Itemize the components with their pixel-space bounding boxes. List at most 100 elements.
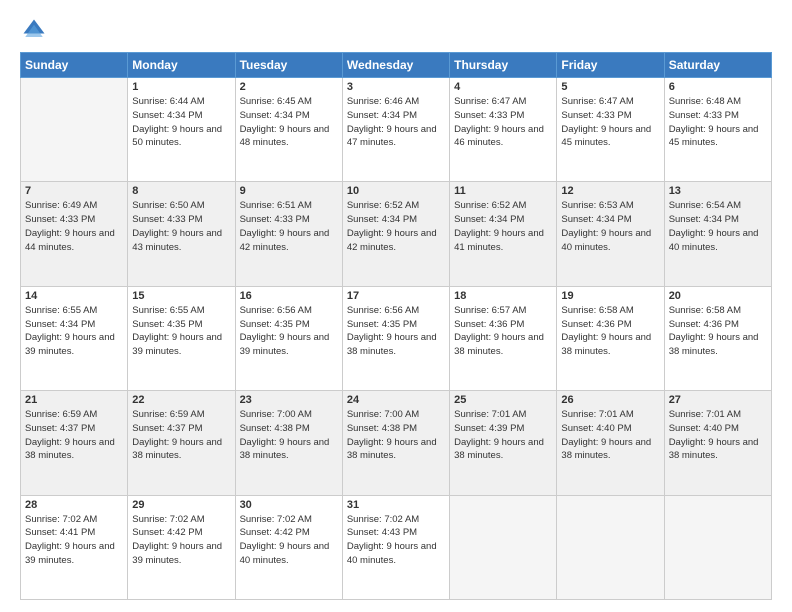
day-number: 28	[25, 499, 123, 511]
day-number: 22	[132, 394, 230, 406]
calendar-table: SundayMondayTuesdayWednesdayThursdayFrid…	[20, 52, 772, 600]
day-number: 14	[25, 290, 123, 302]
calendar-cell: 18Sunrise: 6:57 AMSunset: 4:36 PMDayligh…	[450, 286, 557, 390]
daylight-text: Daylight: 9 hours and 38 minutes.	[25, 436, 123, 464]
calendar-week-row: 7Sunrise: 6:49 AMSunset: 4:33 PMDaylight…	[21, 182, 772, 286]
daylight-text: Daylight: 9 hours and 40 minutes.	[561, 227, 659, 255]
day-number: 12	[561, 185, 659, 197]
calendar-cell: 5Sunrise: 6:47 AMSunset: 4:33 PMDaylight…	[557, 78, 664, 182]
sunrise-text: Sunrise: 6:51 AM	[240, 199, 338, 213]
day-number: 2	[240, 81, 338, 93]
sunrise-text: Sunrise: 6:52 AM	[454, 199, 552, 213]
logo-icon	[20, 16, 48, 44]
day-number: 10	[347, 185, 445, 197]
daylight-text: Daylight: 9 hours and 41 minutes.	[454, 227, 552, 255]
sunset-text: Sunset: 4:34 PM	[347, 109, 445, 123]
day-number: 16	[240, 290, 338, 302]
sunrise-text: Sunrise: 7:00 AM	[347, 408, 445, 422]
col-header-thursday: Thursday	[450, 53, 557, 78]
sunset-text: Sunset: 4:38 PM	[347, 422, 445, 436]
day-number: 11	[454, 185, 552, 197]
sunset-text: Sunset: 4:33 PM	[132, 213, 230, 227]
sunset-text: Sunset: 4:37 PM	[25, 422, 123, 436]
sunrise-text: Sunrise: 6:49 AM	[25, 199, 123, 213]
sunset-text: Sunset: 4:40 PM	[561, 422, 659, 436]
calendar-cell: 6Sunrise: 6:48 AMSunset: 4:33 PMDaylight…	[664, 78, 771, 182]
sunset-text: Sunset: 4:41 PM	[25, 526, 123, 540]
sunset-text: Sunset: 4:40 PM	[669, 422, 767, 436]
day-number: 1	[132, 81, 230, 93]
calendar-cell: 29Sunrise: 7:02 AMSunset: 4:42 PMDayligh…	[128, 495, 235, 599]
daylight-text: Daylight: 9 hours and 42 minutes.	[347, 227, 445, 255]
sunrise-text: Sunrise: 6:56 AM	[347, 304, 445, 318]
day-number: 27	[669, 394, 767, 406]
sunrise-text: Sunrise: 6:54 AM	[669, 199, 767, 213]
daylight-text: Daylight: 9 hours and 39 minutes.	[25, 331, 123, 359]
daylight-text: Daylight: 9 hours and 39 minutes.	[132, 540, 230, 568]
sunrise-text: Sunrise: 6:57 AM	[454, 304, 552, 318]
sunrise-text: Sunrise: 6:48 AM	[669, 95, 767, 109]
sunset-text: Sunset: 4:34 PM	[25, 318, 123, 332]
day-number: 25	[454, 394, 552, 406]
sunrise-text: Sunrise: 6:52 AM	[347, 199, 445, 213]
sunrise-text: Sunrise: 6:56 AM	[240, 304, 338, 318]
day-number: 3	[347, 81, 445, 93]
col-header-sunday: Sunday	[21, 53, 128, 78]
sunrise-text: Sunrise: 6:59 AM	[25, 408, 123, 422]
daylight-text: Daylight: 9 hours and 38 minutes.	[669, 436, 767, 464]
sunrise-text: Sunrise: 7:00 AM	[240, 408, 338, 422]
calendar-cell: 24Sunrise: 7:00 AMSunset: 4:38 PMDayligh…	[342, 391, 449, 495]
daylight-text: Daylight: 9 hours and 48 minutes.	[240, 123, 338, 151]
daylight-text: Daylight: 9 hours and 46 minutes.	[454, 123, 552, 151]
page: SundayMondayTuesdayWednesdayThursdayFrid…	[0, 0, 792, 612]
calendar-cell: 4Sunrise: 6:47 AMSunset: 4:33 PMDaylight…	[450, 78, 557, 182]
calendar-cell: 9Sunrise: 6:51 AMSunset: 4:33 PMDaylight…	[235, 182, 342, 286]
sunrise-text: Sunrise: 6:45 AM	[240, 95, 338, 109]
day-number: 7	[25, 185, 123, 197]
calendar-cell: 30Sunrise: 7:02 AMSunset: 4:42 PMDayligh…	[235, 495, 342, 599]
daylight-text: Daylight: 9 hours and 39 minutes.	[25, 540, 123, 568]
calendar-cell: 28Sunrise: 7:02 AMSunset: 4:41 PMDayligh…	[21, 495, 128, 599]
sunrise-text: Sunrise: 6:58 AM	[669, 304, 767, 318]
calendar-cell: 20Sunrise: 6:58 AMSunset: 4:36 PMDayligh…	[664, 286, 771, 390]
day-number: 30	[240, 499, 338, 511]
calendar-cell: 17Sunrise: 6:56 AMSunset: 4:35 PMDayligh…	[342, 286, 449, 390]
calendar-cell: 11 Sunrise: 6:52 AMSunset: 4:34 PMDayligh…	[450, 182, 557, 286]
calendar-header-row: SundayMondayTuesdayWednesdayThursdayFrid…	[21, 53, 772, 78]
sunrise-text: Sunrise: 6:59 AM	[132, 408, 230, 422]
sunset-text: Sunset: 4:33 PM	[25, 213, 123, 227]
col-header-saturday: Saturday	[664, 53, 771, 78]
calendar-cell: 27 Sunrise: 7:01 AMSunset: 4:40 PMDayligh…	[664, 391, 771, 495]
daylight-text: Daylight: 9 hours and 42 minutes.	[240, 227, 338, 255]
sunrise-text: Sunrise: 6:55 AM	[132, 304, 230, 318]
calendar-cell: 16Sunrise: 6:56 AMSunset: 4:35 PMDayligh…	[235, 286, 342, 390]
day-number: 18	[454, 290, 552, 302]
calendar-cell: 10Sunrise: 6:52 AMSunset: 4:34 PMDayligh…	[342, 182, 449, 286]
day-number: 24	[347, 394, 445, 406]
sunset-text: Sunset: 4:34 PM	[454, 213, 552, 227]
sunset-text: Sunset: 4:36 PM	[561, 318, 659, 332]
day-number: 31	[347, 499, 445, 511]
sunrise-text: Sunrise: 7:02 AM	[347, 513, 445, 527]
calendar-cell	[557, 495, 664, 599]
calendar-cell: 7Sunrise: 6:49 AMSunset: 4:33 PMDaylight…	[21, 182, 128, 286]
calendar-cell	[450, 495, 557, 599]
daylight-text: Daylight: 9 hours and 40 minutes.	[669, 227, 767, 255]
sunset-text: Sunset: 4:35 PM	[132, 318, 230, 332]
calendar-cell: 2Sunrise: 6:45 AMSunset: 4:34 PMDaylight…	[235, 78, 342, 182]
calendar-cell: 8Sunrise: 6:50 AMSunset: 4:33 PMDaylight…	[128, 182, 235, 286]
sunrise-text: Sunrise: 7:02 AM	[240, 513, 338, 527]
sunrise-text: Sunrise: 7:01 AM	[669, 408, 767, 422]
daylight-text: Daylight: 9 hours and 40 minutes.	[347, 540, 445, 568]
day-number: 19	[561, 290, 659, 302]
daylight-text: Daylight: 9 hours and 38 minutes.	[561, 436, 659, 464]
day-number: 23	[240, 394, 338, 406]
sunset-text: Sunset: 4:36 PM	[454, 318, 552, 332]
sunrise-text: Sunrise: 6:46 AM	[347, 95, 445, 109]
calendar-week-row: 21Sunrise: 6:59 AMSunset: 4:37 PMDayligh…	[21, 391, 772, 495]
sunset-text: Sunset: 4:35 PM	[240, 318, 338, 332]
daylight-text: Daylight: 9 hours and 39 minutes.	[132, 331, 230, 359]
day-number: 5	[561, 81, 659, 93]
calendar-week-row: 14Sunrise: 6:55 AMSunset: 4:34 PMDayligh…	[21, 286, 772, 390]
day-number: 4	[454, 81, 552, 93]
